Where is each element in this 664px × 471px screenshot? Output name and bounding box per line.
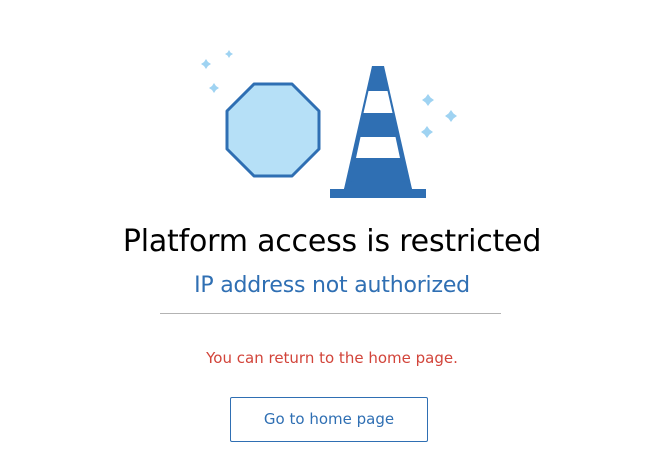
sparkle-icon (225, 50, 233, 58)
page-title: Platform access is restricted (122, 224, 542, 259)
divider (160, 313, 501, 314)
go-home-button[interactable]: Go to home page (230, 397, 428, 442)
sparkle-icon (201, 59, 211, 69)
sparkle-icon (445, 110, 457, 122)
page-subtitle: IP address not authorized (194, 273, 470, 298)
sparkle-icon (209, 83, 219, 93)
error-message: You can return to the home page. (206, 349, 458, 367)
sparkle-icon (421, 126, 433, 138)
traffic-cone-icon (330, 66, 426, 198)
sparkle-icon (422, 94, 434, 106)
access-restricted-page: Platform access is restricted IP address… (0, 0, 664, 471)
stop-sign-icon (225, 82, 321, 178)
illustration (201, 50, 457, 198)
